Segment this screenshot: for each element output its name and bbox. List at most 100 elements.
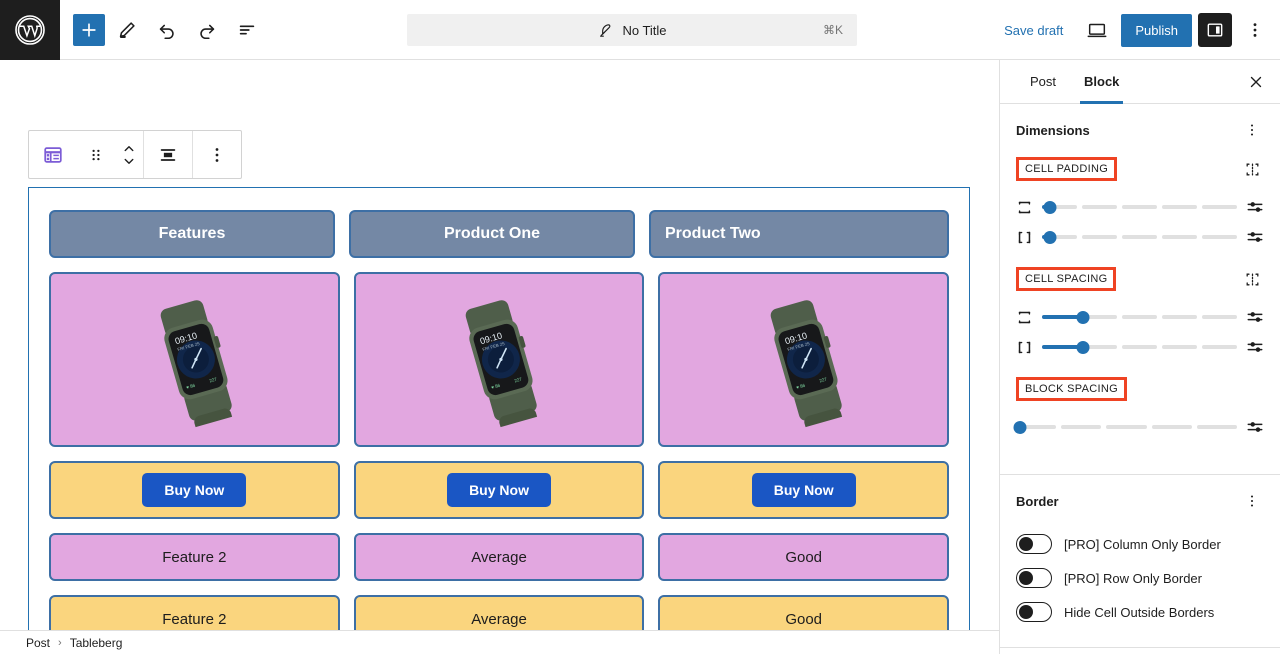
toggle-label: [PRO] Column Only Border — [1064, 536, 1221, 552]
table-cell[interactable]: Feature 2 — [49, 533, 340, 581]
breadcrumb-item-tableberg[interactable]: Tableberg — [70, 636, 123, 650]
slider-segments — [1016, 425, 1238, 429]
spacing-horizontal-icon — [1016, 339, 1033, 356]
buy-now-button[interactable]: Buy Now — [447, 473, 551, 507]
toggle-row-only-border[interactable]: [PRO] Row Only Border — [1016, 561, 1264, 595]
table-row: Feature 2 Average Good — [49, 533, 950, 581]
link-sides-icon[interactable] — [1240, 157, 1264, 181]
slider-track[interactable] — [1013, 418, 1238, 436]
slider-thumb[interactable] — [1076, 340, 1090, 354]
breadcrumb-separator-icon: › — [58, 636, 62, 649]
cell-padding-vertical-slider[interactable] — [1016, 192, 1264, 222]
block-toolbar — [28, 130, 242, 179]
wordpress-block-editor: No Title ⌘K Save draft Publish Features … — [0, 0, 1280, 654]
block-spacing-control: BLOCK SPACING — [1013, 376, 1264, 442]
tableberg-block[interactable]: Features Product One Product Two 09:10 F… — [28, 187, 970, 654]
slider-track[interactable] — [1042, 228, 1237, 246]
buy-now-button[interactable]: Buy Now — [142, 473, 247, 507]
editor-canvas: Features Product One Product Two 09:10 F… — [0, 60, 999, 654]
toggle-label: Hide Cell Outside Borders — [1064, 604, 1215, 620]
tab-post[interactable]: Post — [1016, 60, 1070, 103]
toggle-switch[interactable] — [1016, 602, 1052, 622]
spacing-vertical-icon — [1016, 309, 1033, 326]
tableberg-table-icon[interactable] — [29, 131, 77, 178]
tune-icon[interactable] — [1246, 338, 1264, 356]
slider-track[interactable] — [1042, 198, 1237, 216]
pencil-icon[interactable] — [109, 12, 145, 48]
editor-more-options-icon[interactable] — [1238, 13, 1272, 47]
link-sides-icon[interactable] — [1240, 267, 1264, 291]
breadcrumb-item-post[interactable]: Post — [26, 636, 50, 650]
buy-now-button[interactable]: Buy Now — [751, 473, 856, 507]
table-cell[interactable]: Good — [658, 533, 950, 581]
table-cell-button[interactable]: Buy Now — [658, 461, 950, 519]
table-cell-button[interactable]: Buy Now — [49, 461, 340, 519]
document-overview-icon[interactable] — [229, 12, 265, 48]
cell-padding-horizontal-slider[interactable] — [1016, 222, 1264, 252]
sidebar-tabs: Post Block — [1000, 60, 1280, 104]
dimensions-options-icon[interactable] — [1240, 118, 1264, 142]
toggle-column-only-border[interactable]: [PRO] Column Only Border — [1016, 527, 1264, 561]
settings-sidebar-toggle[interactable] — [1198, 13, 1232, 47]
redo-icon[interactable] — [189, 12, 225, 48]
align-center-icon[interactable] — [144, 131, 192, 178]
table-cell-image[interactable]: 09:10 FRI FEB 25 ♥ 86 227 — [658, 272, 950, 447]
tune-icon[interactable] — [1246, 198, 1264, 216]
smartwatch-image: 09:10 FRI FEB 25 ♥ 86 227 — [419, 280, 579, 440]
cell-spacing-header: CELL SPACING — [1016, 266, 1264, 292]
slider-thumb[interactable] — [1043, 230, 1057, 244]
block-toolbar-group-options — [193, 131, 241, 178]
dimensions-panel-header: Dimensions — [1016, 118, 1264, 142]
table-cell-button[interactable]: Buy Now — [353, 461, 645, 519]
panel-title: Border — [1016, 493, 1059, 509]
smartwatch-image: 09:10 FRI FEB 25 ♥ 86 227 — [724, 280, 884, 440]
wordpress-logo-icon[interactable] — [0, 0, 60, 60]
block-spacing-header: BLOCK SPACING — [1016, 376, 1264, 402]
panel-title: Dimensions — [1016, 122, 1090, 138]
slider-segments — [1042, 235, 1237, 239]
block-spacing-slider[interactable] — [1013, 412, 1264, 442]
tune-icon[interactable] — [1246, 228, 1264, 246]
table-cell[interactable]: Average — [353, 533, 645, 581]
chevron-up-down-icon[interactable] — [115, 131, 143, 178]
border-options-icon[interactable] — [1240, 489, 1264, 513]
toggle-switch[interactable] — [1016, 534, 1052, 554]
table-cell-header[interactable]: Features — [49, 210, 335, 258]
slider-thumb[interactable] — [1076, 310, 1090, 324]
cell-spacing-label: CELL SPACING — [1016, 267, 1117, 291]
block-toolbar-group-align — [144, 131, 193, 178]
padding-horizontal-icon — [1016, 229, 1033, 246]
save-draft-button[interactable]: Save draft — [994, 17, 1073, 44]
top-bar-actions: Save draft Publish — [994, 0, 1272, 60]
slider-track[interactable] — [1042, 338, 1237, 356]
smartwatch-image: 09:10 FRI FEB 25 ♥ 86 227 — [114, 280, 274, 440]
add-block-button[interactable] — [73, 13, 105, 46]
table-cell-header[interactable]: Product One — [349, 210, 635, 258]
cell-spacing-horizontal-slider[interactable] — [1016, 332, 1264, 362]
tune-icon[interactable] — [1246, 418, 1264, 436]
publish-button[interactable]: Publish — [1121, 13, 1192, 47]
slider-track[interactable] — [1042, 308, 1237, 326]
toggle-switch[interactable] — [1016, 568, 1052, 588]
table-row: 09:10 FRI FEB 25 ♥ 86 227 09:10 FRI FEB … — [49, 272, 950, 447]
undo-icon[interactable] — [149, 12, 185, 48]
desktop-preview-icon[interactable] — [1079, 12, 1115, 48]
drag-dots-icon[interactable] — [77, 131, 115, 178]
toggle-hide-cell-outside-borders[interactable]: Hide Cell Outside Borders — [1016, 595, 1264, 629]
border-panel: Border [PRO] Column Only Border [PRO] Ro… — [1000, 475, 1280, 648]
sidebar-content: Dimensions CELL PADDING CELL SPACING BLO… — [1000, 104, 1280, 654]
tune-icon[interactable] — [1246, 308, 1264, 326]
command-k-shortcut: ⌘K — [822, 23, 843, 37]
table-cell-image[interactable]: 09:10 FRI FEB 25 ♥ 86 227 — [353, 272, 645, 447]
table-cell-header[interactable]: Product Two — [649, 210, 949, 258]
slider-thumb[interactable] — [1043, 200, 1057, 214]
table-cell-image[interactable]: 09:10 FRI FEB 25 ♥ 86 227 — [49, 272, 340, 447]
table-row: Features Product One Product Two — [49, 210, 949, 258]
tab-block[interactable]: Block — [1070, 60, 1133, 104]
cell-spacing-vertical-slider[interactable] — [1016, 302, 1264, 332]
close-icon[interactable] — [1242, 68, 1270, 96]
border-panel-header: Border — [1016, 489, 1264, 513]
document-title-bar[interactable]: No Title ⌘K — [407, 14, 857, 46]
block-options-icon[interactable] — [193, 131, 241, 178]
slider-thumb[interactable] — [1013, 420, 1027, 434]
